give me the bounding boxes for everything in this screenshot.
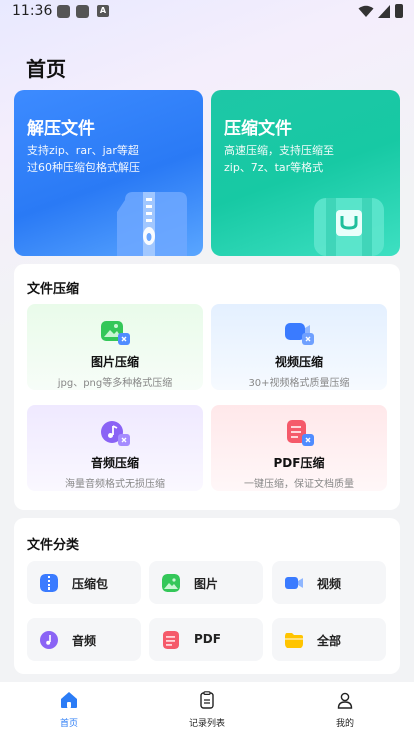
tile-desc: 一键压缩，保证文档质量 (244, 479, 354, 490)
hero-desc-line: 支持zip、rar、jar等超 (27, 144, 139, 157)
category-video[interactable]: 视频 (272, 561, 386, 604)
notification-icon (57, 5, 70, 18)
video-compress-tile[interactable]: 视频压缩 30+视频格式质量压缩 (211, 304, 387, 390)
category-audio[interactable]: 音频 (27, 618, 141, 661)
home-icon (61, 692, 77, 708)
video-compress-icon (285, 323, 314, 345)
bottom-nav: 首页 记录列表 我的 (0, 682, 414, 736)
tile-name: 音频压缩 (90, 456, 139, 470)
nav-label: 记录列表 (188, 719, 225, 729)
battery-icon (395, 4, 403, 18)
image-icon (162, 574, 180, 592)
extract-files-card[interactable]: 解压文件 支持zip、rar、jar等超 过60种压缩包格式解压 (14, 90, 203, 256)
compress-files-card[interactable]: 压缩文件 高速压缩，支持压缩至 zip、7z、tar等格式 (211, 90, 400, 256)
audio-compress-tile[interactable]: 音频压缩 海量音频格式无损压缩 (27, 405, 203, 491)
pdf-icon (163, 631, 179, 649)
hero-desc: 高速压缩，支持压缩至 zip、7z、tar等格式 (224, 142, 344, 176)
tile-name: PDF压缩 (273, 456, 325, 470)
nav-record-list[interactable]: 记录列表 (138, 682, 276, 736)
folder-icon (285, 633, 303, 648)
tile-name: 视频压缩 (274, 355, 323, 369)
record-list-icon (200, 691, 214, 709)
signal-icon (378, 5, 390, 18)
category-label: 压缩包 (72, 577, 109, 591)
tile-desc: 30+视频格式质量压缩 (248, 378, 350, 389)
hero-desc-line: 过60种压缩包格式解压 (27, 161, 140, 174)
pdf-compress-icon (287, 420, 314, 446)
category-pdf[interactable]: PDF (149, 618, 263, 661)
nav-label: 我的 (335, 719, 354, 729)
zip-archive-icon (117, 192, 187, 256)
hero-desc-line: 高速压缩，支持压缩至 (224, 144, 334, 157)
nav-label: 首页 (59, 719, 78, 729)
section-title: 文件压缩 (27, 282, 80, 297)
category-image[interactable]: 图片 (149, 561, 263, 604)
audio-icon (40, 631, 58, 649)
hero-desc: 支持zip、rar、jar等超 过60种压缩包格式解压 (27, 142, 147, 176)
nav-profile[interactable]: 我的 (276, 682, 414, 736)
wifi-icon (358, 5, 374, 17)
category-all[interactable]: 全部 (272, 618, 386, 661)
nav-home[interactable]: 首页 (0, 682, 138, 736)
hero-title: 解压文件 (27, 119, 95, 139)
tile-name: 图片压缩 (90, 355, 139, 369)
image-compress-icon (101, 321, 130, 345)
category-label: 音频 (72, 634, 97, 648)
archive-icon (40, 574, 58, 592)
tile-desc: 海量音频格式无损压缩 (65, 479, 165, 490)
category-label: 全部 (317, 634, 342, 648)
tile-desc: jpg、png等多种格式压缩 (57, 378, 173, 389)
hero-desc-line: zip、7z、tar等格式 (224, 161, 324, 174)
hero-title: 压缩文件 (224, 119, 292, 139)
image-compress-tile[interactable]: 图片压缩 jpg、png等多种格式压缩 (27, 304, 203, 390)
compress-box-icon (314, 198, 384, 256)
category-label: PDF (194, 632, 221, 646)
file-category-section: 文件分类 压缩包 图片 视频 音频 PDF 全部 (14, 518, 400, 674)
category-label: 视频 (317, 577, 342, 591)
profile-icon (337, 692, 353, 709)
audio-compress-icon (101, 421, 130, 446)
notification-icon (76, 5, 89, 18)
pdf-compress-tile[interactable]: PDF压缩 一键压缩，保证文档质量 (211, 405, 387, 491)
file-compress-section: 文件压缩 图片压缩 jpg、png等多种格式压缩 视频压缩 30+视频格式质量压… (14, 264, 400, 510)
notification-a-icon: A (97, 5, 109, 17)
status-time: 11:36 (12, 3, 53, 19)
status-bar: 11:36 A (0, 0, 414, 24)
video-icon (285, 577, 303, 589)
category-archive[interactable]: 压缩包 (27, 561, 141, 604)
section-title: 文件分类 (27, 538, 80, 553)
page-title: 首页 (26, 57, 66, 81)
category-label: 图片 (194, 577, 219, 591)
